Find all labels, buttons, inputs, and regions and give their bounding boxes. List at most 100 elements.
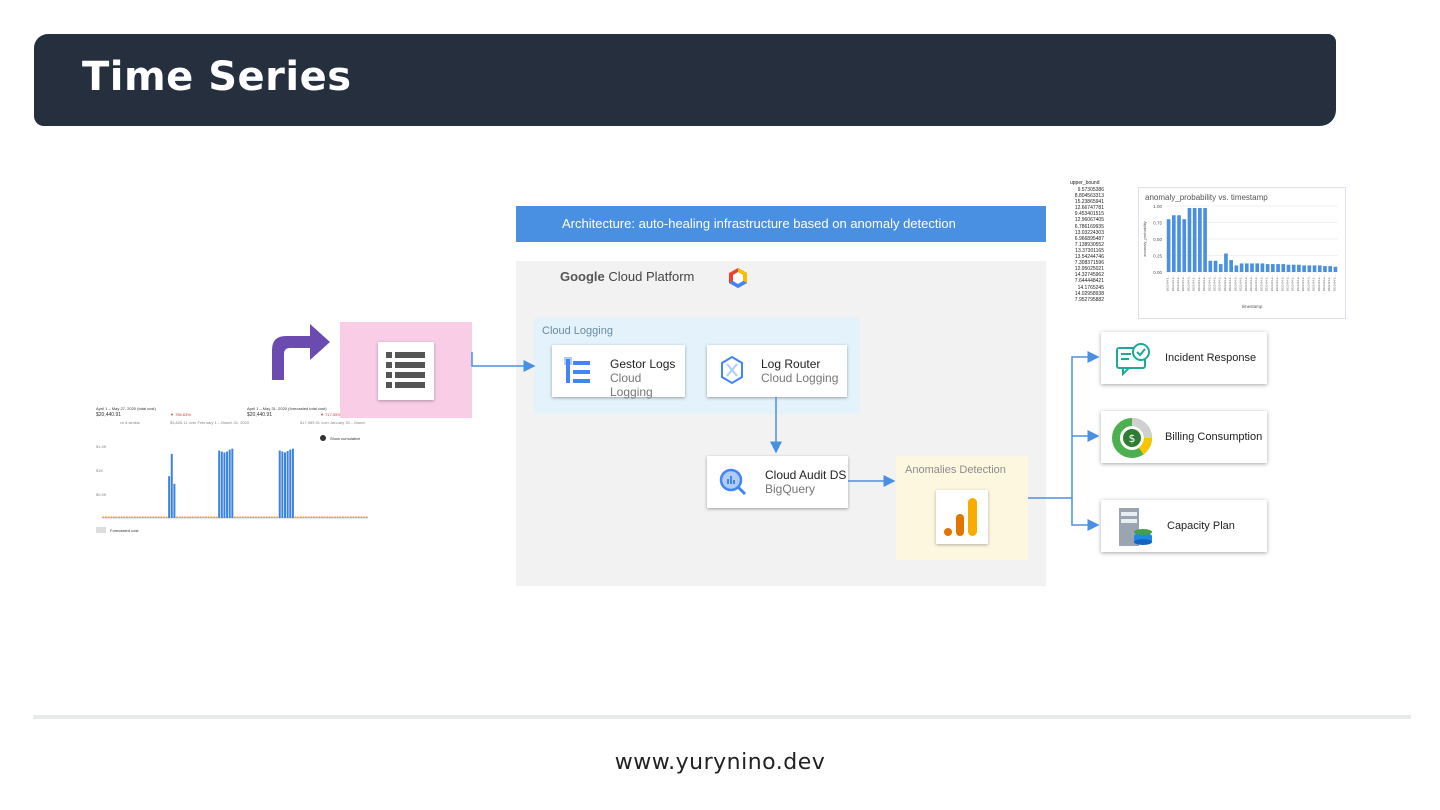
forecast-bar [328, 516, 331, 518]
forecast-bar [139, 516, 142, 518]
forecast-bar [118, 516, 121, 518]
forecast-bar [307, 516, 310, 518]
capacity-plan-icon [1119, 508, 1152, 546]
forecast-bar [334, 516, 337, 518]
anomaly-bar [1203, 207, 1207, 272]
y-axis-label: anomaly_probability [1142, 221, 1147, 257]
x-tick-label: 2023-04-2... [1254, 275, 1258, 291]
forecast-bar [257, 516, 260, 518]
x-tick-label: 2023-04-2... [1181, 275, 1185, 291]
x-tick-label: 2023-04-2... [1218, 275, 1222, 291]
node-log-router: Log Router Cloud Logging [707, 345, 847, 397]
x-tick-label: 2023-04-2... [1291, 275, 1295, 291]
forecast-bar [181, 516, 184, 518]
forecast-bar [194, 516, 197, 518]
x-tick-label: 2023-04-2... [1259, 275, 1263, 291]
node-subtitle: Cloud Logging [610, 371, 653, 399]
anomaly-bar [1302, 265, 1306, 272]
y-tick-label: 0.25 [1153, 254, 1162, 259]
forecast-bar [339, 516, 342, 518]
gcp-brand: Google [560, 269, 605, 284]
anomaly-bar [1213, 260, 1218, 272]
forecast-bar [344, 516, 347, 518]
anomaly-bar [1281, 264, 1286, 272]
slide-title: Time Series [82, 54, 352, 100]
x-tick-label: 2023-04-2... [1176, 275, 1180, 291]
x-tick-label: 2023-04-2... [1312, 275, 1316, 291]
gcp-product: Cloud Platform [608, 269, 695, 284]
x-tick-label: 2023-04-2... [1332, 275, 1336, 291]
left-change: ▼ 756.63% [170, 412, 191, 417]
cost-bar [231, 448, 234, 518]
output-label: Billing Consumption [1165, 431, 1263, 443]
forecast-bar [312, 516, 315, 518]
anomaly-bar [1182, 219, 1187, 272]
anomaly-bar [1250, 263, 1254, 272]
cumulative-toggle[interactable] [320, 435, 326, 441]
forecast-bar [252, 516, 255, 518]
forecast-bar [152, 516, 155, 518]
anomaly-bar [1271, 264, 1275, 272]
forecast-bar [144, 516, 147, 518]
forecast-bar [126, 516, 128, 518]
forecast-bar [233, 516, 236, 518]
anomaly-bar [1276, 264, 1280, 272]
cost-bar [278, 450, 281, 518]
anomaly-bar [1192, 207, 1197, 272]
forecast-bar [131, 516, 134, 518]
right-change: ▼ 717.55% [320, 412, 341, 417]
logging-icon [564, 357, 590, 383]
forecast-bar [110, 516, 113, 518]
forecast-bar [352, 516, 355, 518]
anomaly-bar [1218, 264, 1223, 272]
x-tick-label: 2023-04-2... [1265, 275, 1269, 291]
forecast-bar [183, 516, 186, 518]
forecast-bar [215, 516, 218, 518]
left-value: $20,440.91 [96, 412, 122, 418]
node-subtitle: Cloud Logging [761, 371, 839, 385]
x-tick-label: 2023-04-2... [1244, 275, 1248, 291]
anomaly-bar [1187, 207, 1192, 272]
anomaly-bar [1198, 207, 1202, 272]
billing-icon: $ [1112, 418, 1152, 458]
anomaly-bar [1307, 265, 1312, 272]
x-tick-label: 2023-04-2... [1166, 275, 1170, 291]
forecast-bar [112, 516, 115, 518]
x-tick-label: 2023-04-2... [1197, 275, 1201, 291]
anomaly-bar [1260, 263, 1265, 272]
forecast-bar [320, 516, 323, 518]
anomalies-label: Anomalies Detection [905, 464, 1006, 476]
x-tick-label: 2023-04-2... [1228, 275, 1232, 291]
cost-bar [226, 451, 229, 518]
node-subtitle: BigQuery [765, 482, 816, 496]
anomaly-bar [1291, 264, 1296, 272]
sheet-column-values: 9.57305386 8.804563313 15.23865941 12.66747… [1066, 187, 1104, 303]
left-range: $3,826.11 over February 1 – March 31, 20… [170, 420, 250, 425]
x-tick-label: 2023-04-2... [1270, 275, 1274, 291]
x-tick-label: 2023-04-2... [1296, 275, 1300, 291]
list-icon [378, 342, 434, 400]
forecast-bar [341, 516, 344, 518]
forecast-bar [273, 516, 276, 518]
anomaly-bar [1333, 266, 1338, 272]
x-tick-label: 2023-04-2... [1301, 275, 1305, 291]
anomaly-bar [1323, 266, 1327, 272]
anomaly-probability-chart: 1.000.750.500.250.002023-04-2... 2023-04-… [1142, 204, 1338, 309]
output-billing-consumption: $ Billing Consumption [1101, 411, 1267, 463]
forecast-bar [202, 516, 205, 518]
forecast-bar [197, 516, 200, 518]
anomaly-bar [1328, 266, 1333, 272]
forecast-bar [165, 516, 168, 518]
arrow-to-capacity [1071, 498, 1100, 531]
output-capacity-plan: Capacity Plan [1101, 500, 1267, 552]
y-tick-label: 0.75 [1153, 221, 1162, 226]
forecast-bar [323, 516, 326, 518]
node-cloud-audit-ds: Cloud Audit DS BigQuery [707, 456, 848, 508]
cost-bar [173, 483, 176, 518]
x-tick-label: 2023-04-2... [1207, 275, 1211, 291]
left-caption: vs a similar [120, 420, 141, 425]
forecast-bar [191, 516, 194, 518]
cost-bar [170, 453, 173, 518]
sheet-cell: 7.952795882 [1074, 296, 1104, 303]
forecast-bar [205, 516, 207, 518]
